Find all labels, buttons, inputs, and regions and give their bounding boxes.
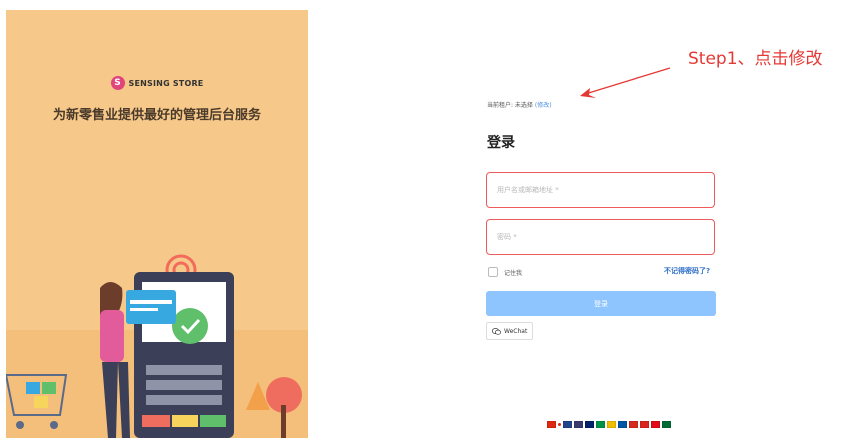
flag-fr-icon[interactable] [618,421,627,428]
wechat-label: WeChat [504,327,528,335]
retail-illustration [6,254,308,438]
flag-tr-icon[interactable] [651,421,660,428]
flag-it-icon[interactable] [596,421,605,428]
brand-header: S SENSING STORE [6,76,308,90]
wechat-icon [492,327,501,335]
sensing-store-logo-icon: S [110,76,125,90]
flag-cn-icon[interactable] [547,421,556,428]
remember-checkbox[interactable] [488,267,498,277]
change-tenant-link[interactable]: (修改) [535,102,552,109]
login-title: 登录 [487,135,515,151]
brand-tagline: 为新零售业提供最好的管理后台服务 [52,108,261,123]
arrow-icon [580,67,671,98]
flag-vn-icon[interactable] [640,421,649,428]
tenant-label: 当前租户: 未选择 [487,102,533,109]
wechat-login-button[interactable]: WeChat [486,322,534,340]
flag-sa-icon[interactable] [662,421,671,428]
brand-panel: S SENSING STORE 为新零售业提供最好的管理后台服务 [6,10,308,438]
brand-name: SENSING STORE [128,78,204,88]
forgot-password-link[interactable]: 不记得密码了? [664,266,710,276]
username-field [486,172,715,208]
flag-ru-icon[interactable] [629,421,638,428]
flag-us-icon[interactable] [574,421,583,428]
remember-label: 记住我 [504,269,523,277]
current-tenant: 当前租户: 未选择 (修改) [487,100,552,109]
login-button[interactable]: 登录 [486,291,716,316]
language-selector [547,421,671,428]
flag-es-icon[interactable] [607,421,616,428]
flag-nl-icon[interactable] [563,421,572,428]
password-field [486,219,715,255]
flag-jp-icon[interactable] [558,423,561,426]
remember-me[interactable]: 记住我 [488,267,522,277]
flag-gb-icon[interactable] [585,421,594,428]
step-annotation: Step1、点击修改 [688,49,823,69]
password-input[interactable] [487,220,714,254]
username-input[interactable] [487,173,714,207]
